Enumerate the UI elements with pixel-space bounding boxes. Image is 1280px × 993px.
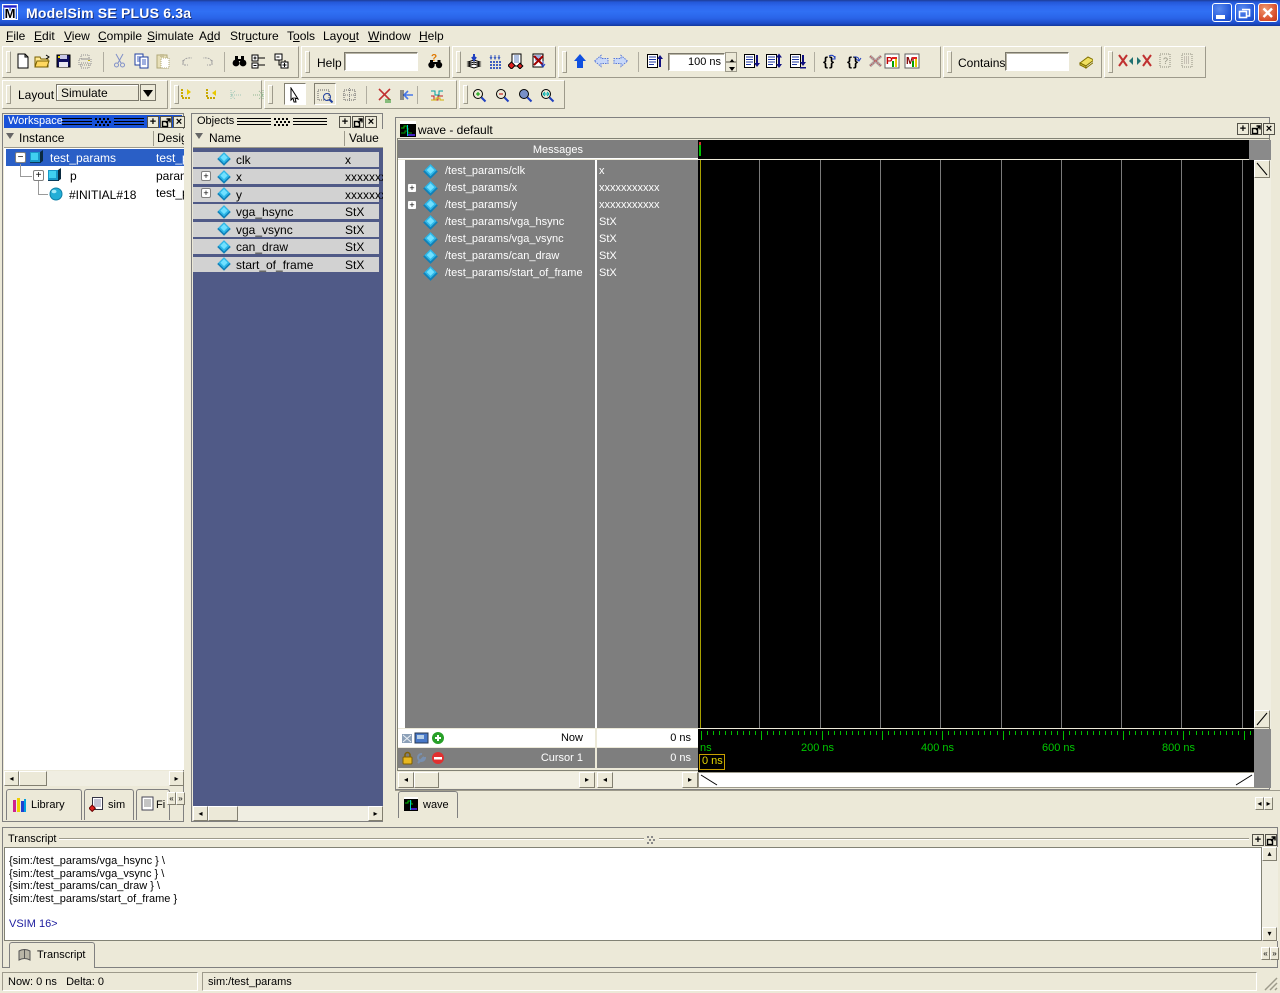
svg-text:}: } — [853, 54, 858, 69]
svg-text:?: ? — [431, 53, 437, 64]
svg-text:{: { — [847, 54, 852, 69]
svg-text:?: ? — [1163, 56, 1168, 66]
svg-text:P: P — [886, 56, 893, 67]
svg-text:{: { — [823, 54, 828, 69]
svg-text:M: M — [5, 6, 16, 20]
